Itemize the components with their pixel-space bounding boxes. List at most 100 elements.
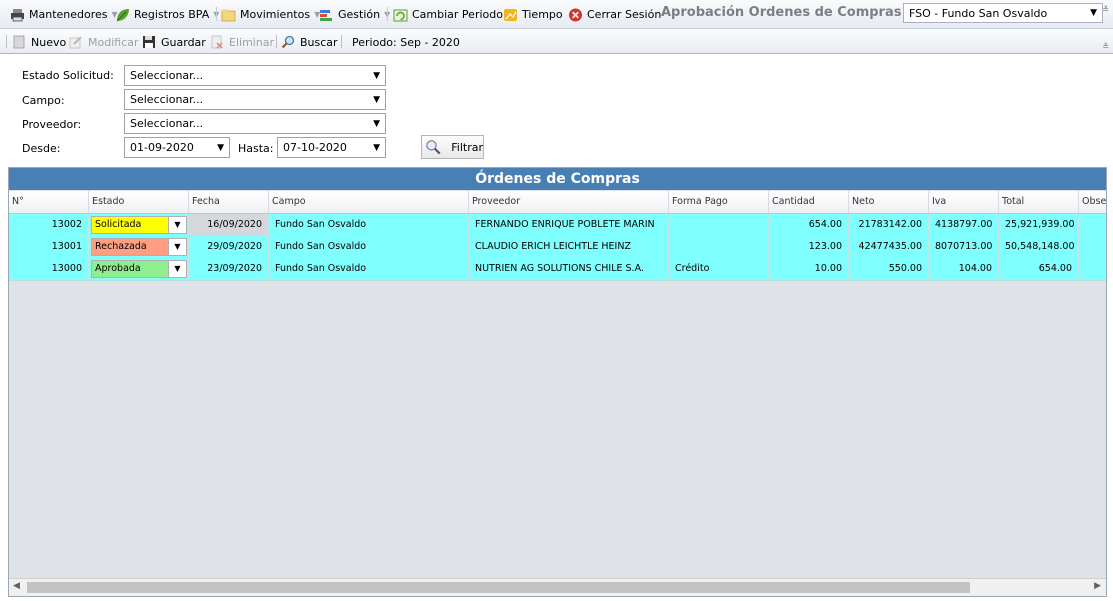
horizontal-scrollbar[interactable]: ◀ ▶ [9, 578, 1106, 596]
chevron-down-icon: ▼ [373, 142, 380, 153]
desde-date-select[interactable]: 01-09-2020 ▼ [124, 137, 230, 158]
column-header[interactable]: Forma Pago [669, 191, 769, 213]
column-header[interactable]: Estado [89, 191, 189, 213]
menu-cambiar-periodo-label: Cambiar Periodo [412, 8, 503, 21]
estado-solicitud-label: Estado Solicitud: [22, 69, 114, 82]
column-header[interactable]: Neto [849, 191, 929, 213]
scrollbar-thumb[interactable] [27, 582, 970, 593]
toolbar-divider [276, 35, 277, 48]
search-icon [281, 35, 295, 49]
proveedor-select[interactable]: Seleccionar... ▼ [124, 113, 386, 134]
menu-divider [387, 7, 388, 21]
column-header[interactable]: Observ [1079, 191, 1106, 213]
edit-icon [69, 36, 82, 49]
printer-icon [11, 8, 24, 21]
campo-value: Seleccionar... [130, 93, 204, 106]
save-icon [143, 36, 155, 48]
scroll-right-icon[interactable]: ▶ [1094, 581, 1101, 591]
cell-proveedor: NUTRIEN AG SOLUTIONS CHILE S.A. [469, 258, 669, 280]
menu-movimientos[interactable]: Movimientos ▼ [221, 6, 320, 23]
proveedor-label: Proveedor: [22, 118, 82, 131]
top-menu-bar: Mantenedores▼ Registros BPA▼ Movimientos… [0, 0, 1113, 29]
column-header[interactable]: Iva [929, 191, 999, 213]
table-row[interactable]: 13001 Rechazada ▼ 29/09/2020 Fundo San O… [9, 236, 1106, 259]
table-row[interactable]: 13002 Solicitada ▼ 16/09/2020 Fundo San … [9, 214, 1106, 237]
desde-value: 01-09-2020 [130, 141, 194, 154]
fundo-select-value: FSO - Fundo San Osvaldo [909, 6, 1048, 20]
buscar-button[interactable]: Buscar [281, 34, 338, 50]
refresh-calendar-icon [393, 9, 408, 21]
cell-observ [1079, 258, 1106, 280]
cell-forma-pago [669, 214, 769, 236]
nuevo-button[interactable]: Nuevo [12, 34, 66, 50]
table-row[interactable]: 13000 Aprobada ▼ 23/09/2020 Fundo San Os… [9, 258, 1106, 281]
column-header[interactable]: N° [9, 191, 89, 213]
menu-mantenedores-label: Mantenedores [29, 8, 108, 21]
chevron-down-icon: ▼ [373, 70, 380, 81]
grid-title: Órdenes de Compras [9, 168, 1106, 190]
menu-tiempo[interactable]: Tiempo [503, 6, 563, 23]
menu-mantenedores[interactable]: Mantenedores ▼ [10, 6, 118, 23]
guardar-button[interactable]: Guardar [142, 34, 206, 50]
cell-cantidad: 10.00 [769, 258, 849, 280]
column-header[interactable]: Proveedor [469, 191, 669, 213]
buscar-label: Buscar [300, 35, 338, 49]
cell-forma-pago [669, 236, 769, 258]
column-header[interactable]: Campo [269, 191, 469, 213]
fundo-select[interactable]: FSO - Fundo San Osvaldo ▼ [903, 3, 1103, 23]
menu-cambiar-periodo[interactable]: Cambiar Periodo [393, 6, 503, 23]
cell-iva: 8070713.00 [929, 236, 999, 258]
estado-solicitud-select[interactable]: Seleccionar... ▼ [124, 65, 386, 86]
magnifier-icon [426, 140, 441, 155]
cell-fecha[interactable]: 29/09/2020 [189, 236, 269, 258]
menu-gestion-label: Gestión [338, 8, 381, 21]
cell-observ [1079, 236, 1106, 258]
column-header[interactable]: Fecha [189, 191, 269, 213]
estado-value: Aprobada [95, 263, 141, 274]
chevron-down-icon: ▼ [217, 142, 224, 153]
cell-cantidad: 654.00 [769, 214, 849, 236]
chevron-down-icon: ▼ [168, 239, 186, 255]
column-header[interactable]: Total [999, 191, 1079, 213]
guardar-label: Guardar [161, 35, 206, 49]
expand-icon[interactable]: ≚ [1102, 42, 1109, 51]
estado-select[interactable]: Aprobada ▼ [91, 260, 187, 278]
hasta-date-select[interactable]: 07-10-2020 ▼ [277, 137, 386, 158]
leaf-icon [116, 8, 129, 21]
page-title: Aprobación Ordenes de Compras [661, 5, 902, 20]
filtrar-button[interactable]: Filtrar [421, 135, 484, 159]
cell-fecha[interactable]: 23/09/2020 [189, 258, 269, 280]
scroll-left-icon[interactable]: ◀ [13, 581, 20, 591]
column-header[interactable]: Cantidad [769, 191, 849, 213]
proveedor-value: Seleccionar... [130, 117, 204, 130]
campo-select[interactable]: Seleccionar... ▼ [124, 89, 386, 110]
estado-select[interactable]: Solicitada ▼ [91, 216, 187, 234]
grid-header: N° Estado Fecha Campo Proveedor Forma Pa… [9, 191, 1106, 214]
eliminar-button[interactable]: Eliminar [210, 34, 274, 50]
menu-registros-bpa[interactable]: Registros BPA▼ [115, 6, 219, 23]
collapse-icon[interactable]: ≚ [1102, 5, 1109, 14]
cell-numero: 13001 [9, 236, 89, 258]
estado-select[interactable]: Rechazada ▼ [91, 238, 187, 256]
cell-fecha[interactable]: 16/09/2020 [189, 214, 269, 236]
campo-label: Campo: [22, 94, 65, 107]
cell-estado: Solicitada ▼ [89, 214, 189, 236]
chevron-down-icon: ▼ [168, 217, 186, 233]
menu-cerrar-sesion[interactable]: Cerrar Sesión [568, 6, 661, 23]
chevron-down-icon: ▼ [373, 94, 380, 105]
estado-solicitud-value: Seleccionar... [130, 69, 204, 82]
close-circle-icon [569, 8, 582, 21]
toolbar-grip [6, 35, 7, 48]
hasta-label: Hasta: [238, 142, 274, 155]
action-toolbar: Nuevo Modificar Guardar Eliminar Buscar … [0, 29, 1113, 54]
cell-iva: 104.00 [929, 258, 999, 280]
new-document-icon [13, 35, 25, 49]
modificar-button[interactable]: Modificar [69, 34, 139, 50]
ordenes-grid: Órdenes de Compras N° Estado Fecha Campo… [8, 167, 1107, 597]
modificar-label: Modificar [88, 35, 139, 49]
estado-value: Rechazada [95, 241, 147, 252]
cell-campo: Fundo San Osvaldo [269, 214, 469, 236]
cell-proveedor: CLAUDIO ERICH LEICHTLE HEINZ [469, 236, 669, 258]
cell-forma-pago: Crédito [669, 258, 769, 280]
menu-gestion[interactable]: Gestión▼ [319, 6, 390, 23]
